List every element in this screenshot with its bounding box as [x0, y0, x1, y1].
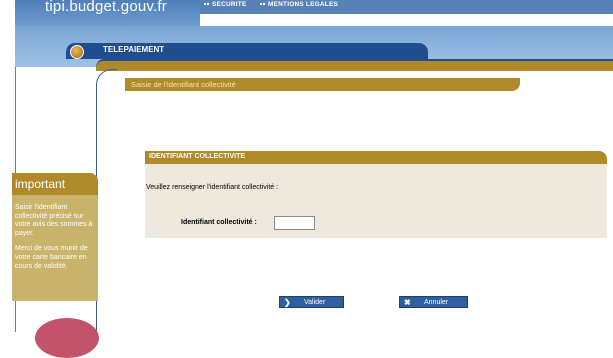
- valider-button[interactable]: ❯ Valider: [279, 296, 344, 308]
- identifiant-collectivite-input[interactable]: [274, 216, 315, 230]
- important-title: important: [12, 173, 98, 195]
- nav-link-mentions-legales-label: MENTIONS LEGALES: [268, 1, 339, 8]
- decor-circle: [35, 318, 99, 358]
- top-nav: SECURITE MENTIONS LEGALES: [200, 0, 613, 14]
- content-border: [96, 69, 117, 333]
- form-panel-title: IDENTIFIANT COLLECTIVITE: [149, 153, 246, 160]
- nav-link-securite[interactable]: SECURITE: [204, 1, 246, 8]
- orb-icon: [70, 45, 84, 59]
- annuler-button[interactable]: ✖ Annuler: [399, 296, 468, 308]
- decor-strip-gold: [96, 61, 613, 71]
- identifiant-label: Identifiant collectivité :: [181, 219, 257, 226]
- form-panel: [145, 164, 607, 238]
- form-instruction: Veuillez renseigner l'identifiant collec…: [146, 184, 279, 191]
- site-name[interactable]: tipi.budget.gouv.fr: [45, 0, 167, 15]
- valider-label: Valider: [304, 299, 326, 306]
- arrow-right-icon: ❯: [284, 298, 291, 307]
- close-x-icon: ✖: [404, 298, 411, 307]
- nav-link-mentions-legales[interactable]: MENTIONS LEGALES: [260, 1, 338, 8]
- important-text-1: Saisir l'identifiant collectivité précis…: [15, 204, 93, 237]
- bullet-icon: [204, 3, 206, 6]
- section-title: TELEPAIEMENT: [103, 45, 165, 54]
- important-box: Saisir l'identifiant collectivité précis…: [12, 195, 98, 301]
- top-header: tipi.budget.gouv.fr SECURITE MENTIONS LE…: [0, 0, 613, 26]
- nav-link-securite-label: SECURITE: [212, 1, 247, 8]
- breadcrumb-text: Saisie de l'identifiant collectivité: [131, 80, 236, 89]
- important-text-2: Merci de vous munir de votre carte banca…: [15, 245, 88, 270]
- annuler-label: Annuler: [424, 299, 449, 306]
- bullet-icon: [207, 3, 209, 6]
- bullet-icon: [260, 3, 262, 6]
- bullet-icon: [263, 3, 265, 6]
- site-logo-box: tipi.budget.gouv.fr: [15, 0, 200, 26]
